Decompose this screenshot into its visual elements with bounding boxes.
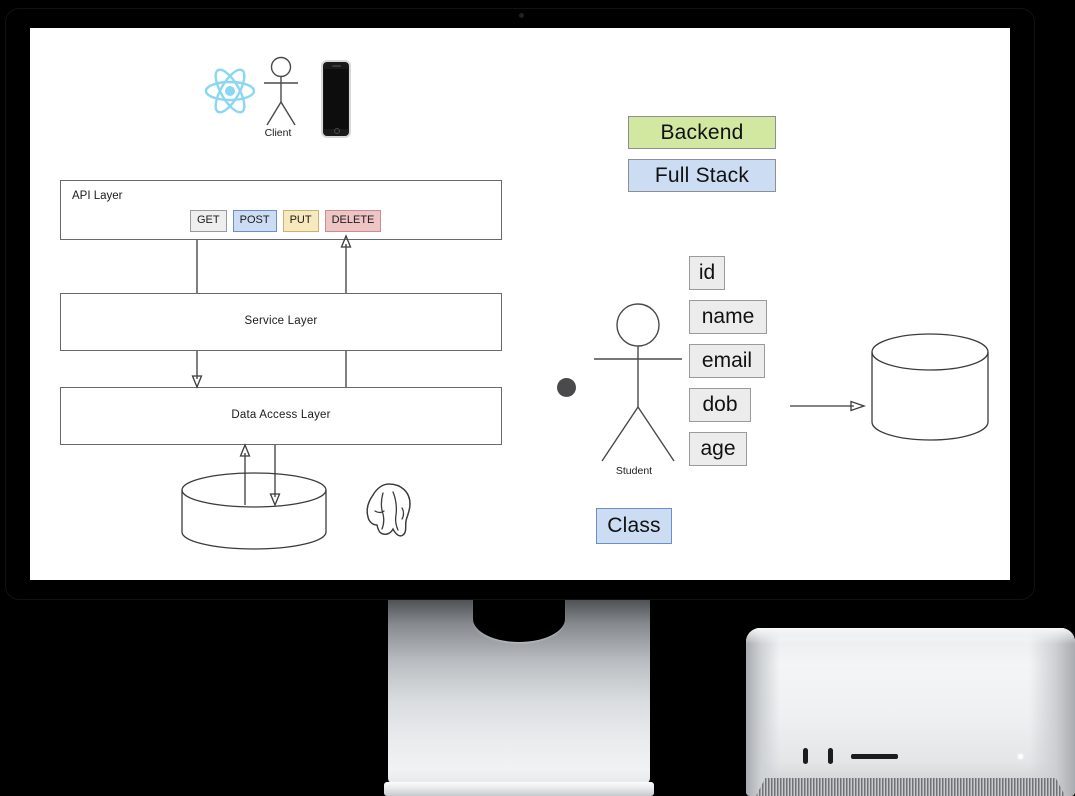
studio-display-bezel: Client API Layer GET POST PUT DELETE Ser… (5, 8, 1035, 600)
tag-class[interactable]: Class (596, 508, 672, 544)
student-figure-label: Student (615, 465, 653, 477)
mac-studio-left-shading (746, 628, 780, 796)
mac-studio-vent-grill (756, 778, 1065, 796)
entity-attribute-dob[interactable]: dob (689, 388, 751, 422)
monitor-stand-notch (473, 596, 565, 642)
sd-card-slot-icon[interactable] (851, 754, 898, 759)
webcam-icon (519, 13, 524, 18)
student-stick-figure-icon (594, 303, 682, 462)
screenshot-stage: Client API Layer GET POST PUT DELETE Ser… (0, 0, 1075, 796)
power-led-icon (1018, 754, 1023, 759)
monitor-stand-base (384, 782, 654, 796)
mac-studio-right-shading (1029, 628, 1075, 796)
database-cylinder-left-icon (181, 472, 327, 550)
mac-studio-top-gloss (746, 628, 1075, 644)
database-cylinder-right-icon (871, 333, 989, 441)
mouse-cursor-dot[interactable] (557, 378, 576, 397)
mac-studio-computer (746, 628, 1075, 796)
tag-backend[interactable]: Backend (628, 116, 776, 149)
postgresql-elephant-logo-icon (366, 483, 411, 537)
entity-attribute-email[interactable]: email (689, 344, 765, 378)
display-screen[interactable]: Client API Layer GET POST PUT DELETE Ser… (30, 28, 1010, 580)
usb-c-port-icon[interactable] (803, 748, 808, 764)
whiteboard-canvas[interactable]: Client API Layer GET POST PUT DELETE Ser… (30, 28, 1010, 580)
entity-attribute-name[interactable]: name (689, 300, 767, 334)
usb-c-port-icon[interactable] (828, 748, 833, 764)
entity-to-database-arrow (790, 400, 866, 412)
entity-attribute-age[interactable]: age (689, 432, 747, 466)
tag-full-stack[interactable]: Full Stack (628, 159, 776, 192)
entity-attribute-id[interactable]: id (689, 256, 725, 290)
